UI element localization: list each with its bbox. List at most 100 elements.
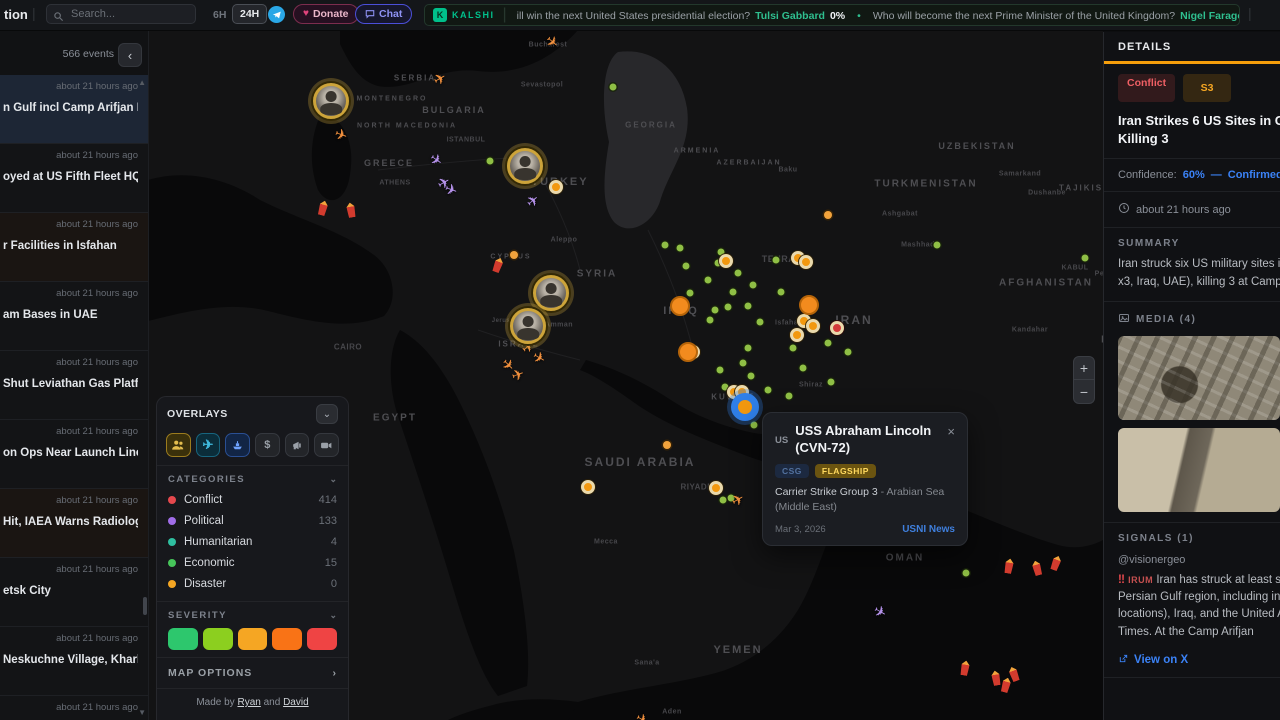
event-item[interactable]: about 21 hours ago Hit, IAEA Warns Radio… xyxy=(0,489,148,558)
map-marker[interactable] xyxy=(705,277,712,284)
alerts-overlay-toggle[interactable] xyxy=(285,433,310,457)
map-marker[interactable] xyxy=(745,345,752,352)
map-marker[interactable] xyxy=(683,263,690,270)
view-on-x-link[interactable]: View on X xyxy=(1118,653,1280,667)
map-marker[interactable] xyxy=(830,321,844,335)
map-marker[interactable] xyxy=(717,367,724,374)
satellite-thumbnail[interactable] xyxy=(1118,336,1280,420)
chevron-down-icon[interactable]: ⌄ xyxy=(329,610,337,621)
map-marker[interactable] xyxy=(799,255,813,269)
map-marker[interactable] xyxy=(828,379,835,386)
collapse-sidebar-button[interactable]: ‹ xyxy=(118,43,142,67)
signal-handle[interactable]: @visionergeo xyxy=(1118,554,1280,566)
map-marker[interactable] xyxy=(677,245,684,252)
map-marker[interactable] xyxy=(963,570,970,577)
scroll-up-icon[interactable]: ▲ xyxy=(138,78,146,87)
camera-overlay-toggle[interactable] xyxy=(314,433,339,457)
map-marker[interactable] xyxy=(712,307,719,314)
map-marker[interactable] xyxy=(487,158,494,165)
map-marker[interactable] xyxy=(662,242,669,249)
severity-pill[interactable] xyxy=(238,628,268,650)
zoom-in-button[interactable]: + xyxy=(1073,356,1095,380)
map-marker[interactable] xyxy=(581,480,595,494)
vessel-overlay-toggle[interactable] xyxy=(225,433,250,457)
map-marker[interactable] xyxy=(740,360,747,367)
satellite-thumbnail[interactable] xyxy=(1118,428,1280,512)
severity-pill[interactable] xyxy=(168,628,198,650)
map-marker[interactable] xyxy=(719,254,733,268)
meloni-avatar[interactable] xyxy=(313,83,349,119)
map-marker[interactable] xyxy=(773,257,780,264)
category-row[interactable]: Economic 15 xyxy=(168,552,337,573)
map-marker[interactable] xyxy=(610,84,617,91)
map-marker[interactable] xyxy=(778,289,785,296)
map-marker[interactable] xyxy=(720,497,727,504)
map-marker[interactable] xyxy=(1082,255,1089,262)
map-marker[interactable] xyxy=(790,328,804,342)
people-overlay-toggle[interactable] xyxy=(166,433,191,457)
scrollbar-thumb[interactable] xyxy=(143,597,147,615)
map-marker[interactable] xyxy=(786,393,793,400)
app-logo[interactable]: tion xyxy=(4,7,28,22)
severity-pill[interactable] xyxy=(272,628,302,650)
map-marker[interactable] xyxy=(670,296,690,316)
scroll-down-icon[interactable]: ▼ xyxy=(138,708,146,717)
economy-overlay-toggle[interactable]: $ xyxy=(255,433,280,457)
map-marker[interactable] xyxy=(745,303,752,310)
netanyahu-avatar[interactable] xyxy=(510,308,546,344)
map-marker[interactable] xyxy=(845,349,852,356)
category-row[interactable]: Conflict 414 xyxy=(168,489,337,510)
ryan-link[interactable]: Ryan xyxy=(237,697,260,708)
map-marker[interactable] xyxy=(549,180,563,194)
close-icon[interactable]: × xyxy=(947,425,955,457)
ticker-item[interactable]: Who will become the next Prime Minister … xyxy=(873,10,1240,22)
severity-pill[interactable] xyxy=(307,628,337,650)
kalshi-ticker[interactable]: K KALSHI | ill win the next United State… xyxy=(424,4,1240,26)
ticker-item[interactable]: ill win the next United States president… xyxy=(517,10,873,22)
collapse-overlays-button[interactable]: ⌄ xyxy=(316,404,338,424)
event-item[interactable]: about 21 hours ago am Bases in UAE xyxy=(0,282,148,351)
map-marker[interactable] xyxy=(934,242,941,249)
map-marker[interactable] xyxy=(824,211,832,219)
map-marker[interactable] xyxy=(730,289,737,296)
map-marker[interactable] xyxy=(751,422,758,429)
map-marker[interactable] xyxy=(757,319,764,326)
event-item[interactable]: about 21 hours ago r Facilities in Isfah… xyxy=(0,213,148,282)
event-item[interactable]: about 21 hours ago Shut Leviathan Gas Pl… xyxy=(0,351,148,420)
search-input[interactable] xyxy=(46,4,196,24)
chat-button[interactable]: Chat xyxy=(355,4,412,24)
event-item[interactable]: about 21 hours ago on Ops Near Launch Li… xyxy=(0,420,148,489)
map-marker[interactable] xyxy=(799,295,819,315)
map-marker[interactable] xyxy=(748,373,755,380)
map-marker[interactable] xyxy=(825,340,832,347)
category-row[interactable]: Political 133 xyxy=(168,510,337,531)
donate-button[interactable]: ♥ Donate xyxy=(293,4,359,24)
aircraft-overlay-toggle[interactable]: ✈ xyxy=(196,433,221,457)
event-item[interactable]: about 21 hours ago etsk City xyxy=(0,558,148,627)
map-marker[interactable] xyxy=(735,270,742,277)
event-item[interactable]: about 21 hours ago n Gulf incl Camp Arif… xyxy=(0,75,148,144)
event-item[interactable]: about 21 hours ago Base, Airfield Site xyxy=(0,696,148,720)
event-item[interactable]: about 21 hours ago Neskuchne Village, Kh… xyxy=(0,627,148,696)
chevron-down-icon[interactable]: ⌄ xyxy=(329,474,337,485)
map-marker[interactable] xyxy=(790,345,797,352)
map-marker[interactable] xyxy=(510,251,518,259)
map-options-row[interactable]: MAP OPTIONS › xyxy=(157,658,348,689)
event-item[interactable]: about 21 hours ago oyed at US Fifth Flee… xyxy=(0,144,148,213)
map-marker[interactable] xyxy=(806,319,820,333)
category-row[interactable]: Disaster 0 xyxy=(168,573,337,594)
map-marker[interactable] xyxy=(687,290,694,297)
map-marker[interactable] xyxy=(800,365,807,372)
map-marker[interactable] xyxy=(765,387,772,394)
category-row[interactable]: Humanitarian 4 xyxy=(168,531,337,552)
telegram-button[interactable] xyxy=(268,6,285,23)
al-sharaa-avatar[interactable] xyxy=(533,275,569,311)
david-link[interactable]: David xyxy=(283,697,309,708)
range-6h-button[interactable]: 6H xyxy=(213,9,226,21)
source-link[interactable]: USNI News xyxy=(902,524,955,535)
map-marker[interactable] xyxy=(678,342,698,362)
erdogan-avatar[interactable] xyxy=(507,148,543,184)
selected-event-marker[interactable] xyxy=(731,393,759,421)
map-marker[interactable] xyxy=(707,317,714,324)
range-24h-button[interactable]: 24H xyxy=(232,4,267,24)
